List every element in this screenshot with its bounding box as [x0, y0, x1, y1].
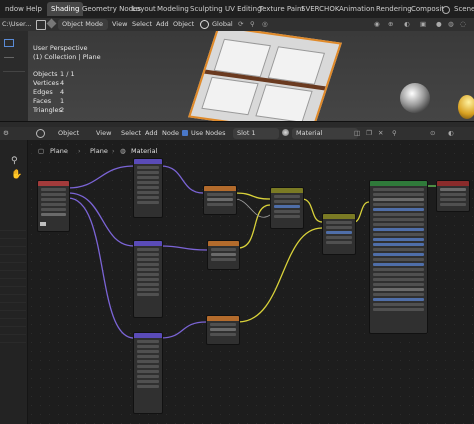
- link-image1-shader: [234, 198, 271, 218]
- link-mapping3-image3: [160, 321, 207, 339]
- image-texture-node-2[interactable]: [207, 240, 240, 270]
- object-picker-field[interactable]: [40, 222, 46, 226]
- material-output-node[interactable]: [436, 180, 470, 212]
- link-image1-mix: [234, 192, 271, 200]
- link-texcoord-mapping1: [67, 165, 135, 189]
- link-image2-mix: [237, 204, 271, 249]
- mix-color-node-2[interactable]: [322, 213, 356, 255]
- link-mix-mix2: [301, 198, 323, 223]
- link-texcoord-mapping3: [67, 197, 135, 339]
- mix-color-node-1[interactable]: [270, 187, 304, 229]
- mapping-node-3[interactable]: [133, 332, 163, 414]
- mapping-node-2[interactable]: [133, 240, 163, 318]
- mapping-node-1[interactable]: [133, 158, 163, 218]
- link-mix2-principled: [353, 201, 370, 223]
- image-texture-node-1[interactable]: [203, 185, 237, 215]
- link-mapping2-image2: [160, 245, 208, 251]
- link-mapping1-image1: [160, 165, 204, 194]
- principled-bsdf-node[interactable]: [369, 180, 428, 334]
- link-image3-mix2: [237, 227, 323, 323]
- image-texture-node-3[interactable]: [206, 315, 240, 345]
